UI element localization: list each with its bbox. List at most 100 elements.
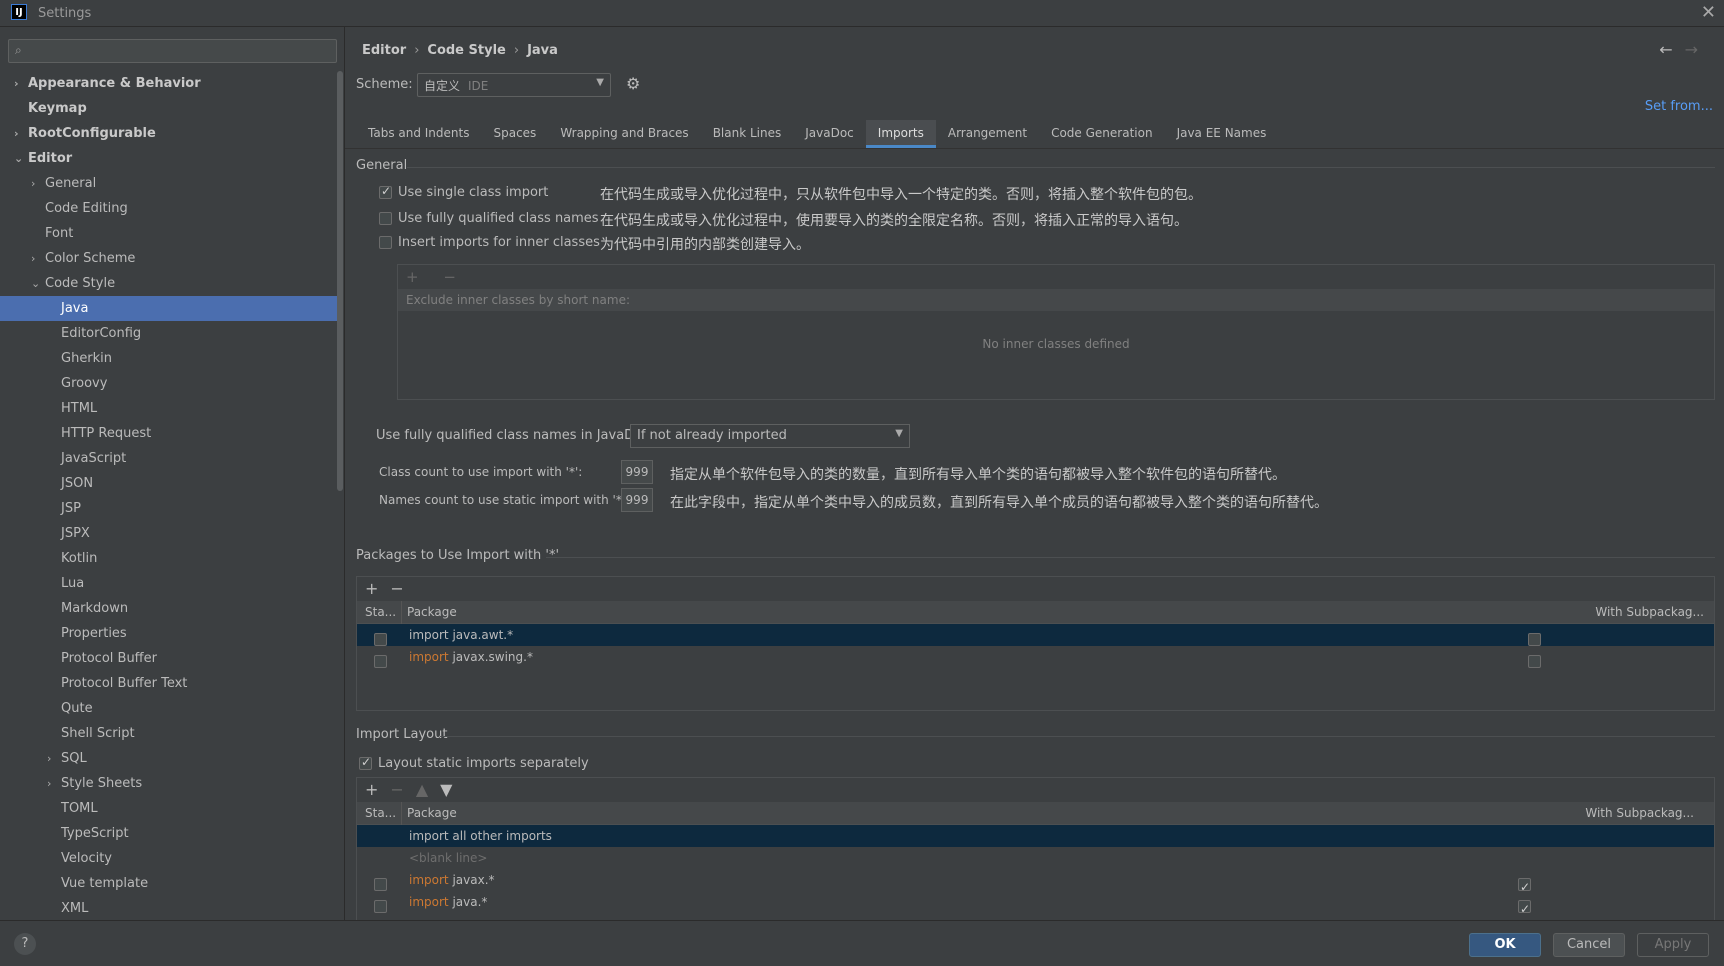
chevron-right-icon[interactable]: › xyxy=(31,246,35,271)
chevron-right-icon[interactable]: › xyxy=(14,71,19,96)
column-package[interactable]: Package xyxy=(407,802,457,825)
names-count-input[interactable]: 999 xyxy=(621,488,653,512)
table-row[interactable]: import javax.* xyxy=(357,869,1714,898)
sidebar-item-vue-template[interactable]: Vue template xyxy=(0,871,338,896)
tab-imports[interactable]: Imports xyxy=(865,120,936,148)
gear-icon[interactable]: ⚙ xyxy=(626,74,640,93)
tab-wrapping-and-braces[interactable]: Wrapping and Braces xyxy=(548,120,700,148)
option-inner-classes[interactable]: Insert imports for inner classes xyxy=(379,235,600,250)
inner-classes-toolbar: + − xyxy=(406,268,466,286)
tab-javadoc[interactable]: JavaDoc xyxy=(793,120,866,148)
move-up-icon[interactable]: ▲ xyxy=(416,780,428,799)
add-icon[interactable]: + xyxy=(365,579,378,598)
subpackages-checkbox[interactable] xyxy=(1518,895,1531,920)
option-single-class-import[interactable]: Use single class import xyxy=(379,184,548,200)
sidebar-item-font[interactable]: Font xyxy=(0,221,338,246)
sidebar-item-appearance-behavior[interactable]: › Appearance & Behavior xyxy=(0,71,338,96)
sidebar-item-properties[interactable]: Properties xyxy=(0,621,338,646)
sidebar-item-jsp[interactable]: JSP xyxy=(0,496,338,521)
chevron-down-icon[interactable]: ⌄ xyxy=(31,271,40,296)
tab-spaces[interactable]: Spaces xyxy=(481,120,548,148)
add-icon[interactable]: + xyxy=(365,780,378,799)
sidebar-item-editorconfig[interactable]: EditorConfig xyxy=(0,321,338,346)
chevron-right-icon[interactable]: › xyxy=(31,171,35,196)
sidebar-item-code-style[interactable]: ⌄ Code Style xyxy=(0,271,338,296)
apply-button[interactable]: Apply xyxy=(1637,933,1709,957)
sidebar-item-color-scheme[interactable]: › Color Scheme xyxy=(0,246,338,271)
chevron-right-icon[interactable]: › xyxy=(47,771,51,796)
table-row[interactable]: import all other imports xyxy=(357,825,1714,847)
sidebar-item-xml[interactable]: XML xyxy=(0,896,338,921)
sidebar-item-keymap[interactable]: Keymap xyxy=(0,96,338,121)
sidebar-item-typescript[interactable]: TypeScript xyxy=(0,821,338,846)
sidebar-item-code-editing[interactable]: Code Editing xyxy=(0,196,338,221)
static-checkbox[interactable] xyxy=(374,650,387,672)
sidebar-item-jspx[interactable]: JSPX xyxy=(0,521,338,546)
column-subpackages[interactable]: With Subpackag... xyxy=(1585,802,1694,825)
static-checkbox[interactable] xyxy=(374,895,387,917)
sidebar-item-editor[interactable]: ⌄ Editor xyxy=(0,146,338,171)
breadcrumb-editor[interactable]: Editor xyxy=(362,43,406,58)
help-icon[interactable]: ? xyxy=(14,933,36,955)
names-count-label: Names count to use static import with '*… xyxy=(379,493,630,507)
chevron-right-icon[interactable]: › xyxy=(47,746,51,771)
scheme-select[interactable]: 自定义 IDE ▼ xyxy=(417,73,611,97)
back-arrow-icon[interactable]: ← xyxy=(1659,40,1684,59)
sidebar-item-protocol-buffer[interactable]: Protocol Buffer xyxy=(0,646,338,671)
table-row[interactable]: import java.awt.* xyxy=(357,624,1714,646)
column-package[interactable]: Package xyxy=(407,601,457,624)
table-row[interactable]: import java.* xyxy=(357,891,1714,920)
sidebar-item-gherkin[interactable]: Gherkin xyxy=(0,346,338,371)
sidebar-item-java[interactable]: Java xyxy=(0,296,338,321)
layout-static-checkbox[interactable] xyxy=(359,755,372,770)
remove-icon[interactable]: − xyxy=(390,780,403,799)
sidebar-item-style-sheets[interactable]: › Style Sheets xyxy=(0,771,338,796)
sidebar-item-html[interactable]: HTML xyxy=(0,396,338,421)
subpackages-checkbox[interactable] xyxy=(1528,650,1541,672)
chevron-down-icon[interactable]: ⌄ xyxy=(14,146,23,171)
chevron-right-icon[interactable]: › xyxy=(14,121,19,146)
sidebar-item-velocity[interactable]: Velocity xyxy=(0,846,338,871)
table-row[interactable]: import javax.swing.* xyxy=(357,646,1714,668)
sidebar-item-shell-script[interactable]: Shell Script xyxy=(0,721,338,746)
sidebar-scrollbar[interactable] xyxy=(337,71,343,491)
set-from-link[interactable]: Set from... xyxy=(1645,99,1713,114)
tab-java-ee-names[interactable]: Java EE Names xyxy=(1165,120,1279,148)
sidebar-item-rootconfigurable[interactable]: › RootConfigurable xyxy=(0,121,338,146)
sidebar-item-groovy[interactable]: Groovy xyxy=(0,371,338,396)
tab-code-generation[interactable]: Code Generation xyxy=(1039,120,1164,148)
table-row[interactable]: <blank line> xyxy=(357,847,1714,869)
fully-qualified-checkbox[interactable] xyxy=(379,212,392,225)
sidebar-item-protocol-buffer-text[interactable]: Protocol Buffer Text xyxy=(0,671,338,696)
column-static[interactable]: Sta... xyxy=(365,601,396,624)
sidebar-item-toml[interactable]: TOML xyxy=(0,796,338,821)
javadoc-select[interactable]: If not already imported ▼ xyxy=(630,424,910,448)
sidebar-item-javascript[interactable]: JavaScript xyxy=(0,446,338,471)
move-down-icon[interactable]: ▼ xyxy=(440,780,452,799)
search-input[interactable]: ⌕ xyxy=(8,39,337,63)
close-icon[interactable]: ✕ xyxy=(1701,2,1716,23)
column-subpackages[interactable]: With Subpackag... xyxy=(1595,601,1704,624)
forward-arrow-icon[interactable]: → xyxy=(1685,40,1710,59)
option-layout-static[interactable]: Layout static imports separately xyxy=(359,755,589,771)
sidebar-item-qute[interactable]: Qute xyxy=(0,696,338,721)
sidebar-item-markdown[interactable]: Markdown xyxy=(0,596,338,621)
remove-icon[interactable]: − xyxy=(390,579,403,598)
tab-tabs-and-indents[interactable]: Tabs and Indents xyxy=(356,120,481,148)
sidebar-item-sql[interactable]: › SQL xyxy=(0,746,338,771)
breadcrumb-code-style[interactable]: Code Style xyxy=(427,43,505,58)
column-static[interactable]: Sta... xyxy=(365,802,396,825)
cancel-button[interactable]: Cancel xyxy=(1553,933,1625,957)
sidebar-item-kotlin[interactable]: Kotlin xyxy=(0,546,338,571)
sidebar-item-general[interactable]: › General xyxy=(0,171,338,196)
sidebar-item-http-request[interactable]: HTTP Request xyxy=(0,421,338,446)
tab-arrangement[interactable]: Arrangement xyxy=(936,120,1039,148)
tab-blank-lines[interactable]: Blank Lines xyxy=(701,120,794,148)
option-fully-qualified[interactable]: Use fully qualified class names xyxy=(379,211,599,226)
class-count-input[interactable]: 999 xyxy=(621,460,653,484)
sidebar-item-lua[interactable]: Lua xyxy=(0,571,338,596)
ok-button[interactable]: OK xyxy=(1469,933,1541,957)
inner-classes-checkbox[interactable] xyxy=(379,236,392,249)
sidebar-item-json[interactable]: JSON xyxy=(0,471,338,496)
single-class-import-checkbox[interactable] xyxy=(379,184,392,199)
